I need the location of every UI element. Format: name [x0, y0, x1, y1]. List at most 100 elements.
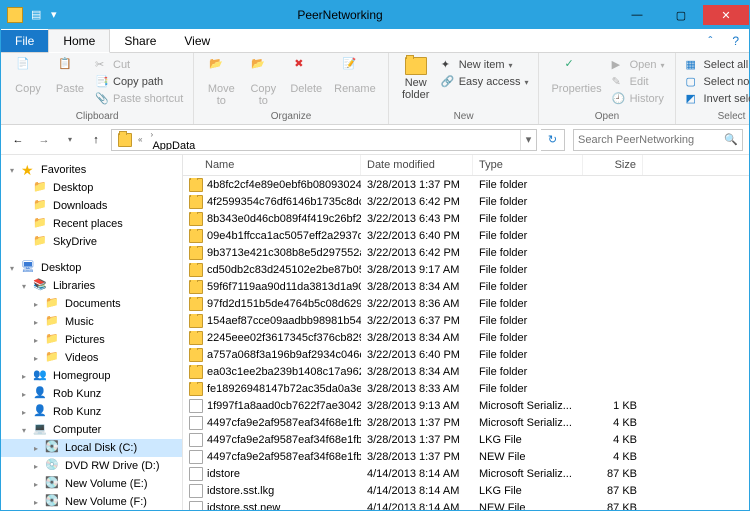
address-bar[interactable]: « Windows›ServiceProfiles›LocalService›A…	[111, 129, 537, 151]
list-item[interactable]: idstore4/14/2013 8:14 AMMicrosoft Serial…	[183, 465, 749, 482]
tree-item[interactable]: 📁Desktop	[1, 179, 182, 197]
list-item[interactable]: 154aef87cce09aadbb98981b54275f63/22/2013…	[183, 312, 749, 329]
invert-selection-button[interactable]: ◩Invert selection	[684, 91, 750, 107]
tree-drive[interactable]: ▸💽Local Disk (C:)	[1, 439, 182, 457]
list-item[interactable]: 4497cfa9e2af9587eaf34f68e1fb2296.sst.new…	[183, 448, 749, 465]
search-icon[interactable]: 🔍	[724, 133, 738, 147]
select-all-button[interactable]: ▦Select all	[684, 57, 750, 73]
move-to-button[interactable]: 📂Move to	[202, 55, 240, 109]
copy-to-button[interactable]: 📂Copy to	[244, 55, 282, 109]
column-date[interactable]: Date modified	[361, 155, 473, 175]
list-item[interactable]: 1f997f1a8aad0cb7622f7ae3042ffe16a3/28/20…	[183, 397, 749, 414]
close-button[interactable]: ✕	[703, 5, 749, 25]
tree-desktop[interactable]: ▾🖥Desktop	[1, 259, 182, 277]
address-dropdown-icon[interactable]: ▾	[520, 130, 536, 150]
tree-item[interactable]: 📁Recent places	[1, 215, 182, 233]
tree-item[interactable]: 📁Downloads	[1, 197, 182, 215]
list-item[interactable]: 8b343e0d46cb089f4f419c26bf29cfe73/22/201…	[183, 210, 749, 227]
navigation-tree[interactable]: ▾★Favorites 📁Desktop📁Downloads📁Recent pl…	[1, 155, 183, 510]
rename-button[interactable]: 📝Rename	[330, 55, 380, 97]
search-input[interactable]	[578, 134, 724, 146]
search-box[interactable]: 🔍	[573, 129, 743, 151]
open-button[interactable]: ▶Open ▾	[610, 57, 667, 73]
select-none-button[interactable]: ▢Select none	[684, 74, 750, 90]
forward-button[interactable]: →	[33, 129, 55, 151]
column-name[interactable]: Name	[183, 155, 361, 175]
maximize-button[interactable]: ▢	[659, 5, 703, 25]
column-type[interactable]: Type	[473, 155, 583, 175]
back-button[interactable]: ←	[7, 129, 29, 151]
tree-item[interactable]: ▸📁Documents	[1, 295, 182, 313]
list-item[interactable]: 4497cfa9e2af9587eaf34f68e1fb22963/28/201…	[183, 414, 749, 431]
qat-properties-icon[interactable]: ▤	[31, 8, 45, 22]
breadcrumb-segment[interactable]: AppData	[146, 140, 232, 151]
edit-button[interactable]: ✎Edit	[610, 74, 667, 90]
folder-icon	[189, 178, 203, 192]
tree-drive[interactable]: ▸💽New Volume (E:)	[1, 475, 182, 493]
file-type: Microsoft Serializ...	[473, 468, 583, 480]
file-type: NEW File	[473, 502, 583, 511]
file-name: 8b343e0d46cb089f4f419c26bf29cfe7	[207, 213, 361, 225]
tree-item[interactable]: ▸📁Music	[1, 313, 182, 331]
list-item[interactable]: a757a068f3a196b9af2934c046c8215d3/22/201…	[183, 346, 749, 363]
refresh-button[interactable]: ↻	[541, 129, 565, 151]
tree-homegroup[interactable]: ▸👥Homegroup	[1, 367, 182, 385]
qat-newfolder-icon[interactable]: ▾	[51, 8, 65, 22]
recent-locations-button[interactable]: ▾	[59, 129, 81, 151]
file-type: File folder	[473, 179, 583, 191]
list-item[interactable]: 4f2599354c76df6146b1735c8dca7af63/22/201…	[183, 193, 749, 210]
copy-button[interactable]: 📄Copy	[9, 55, 47, 97]
tree-libraries[interactable]: ▾📚Libraries	[1, 277, 182, 295]
tree-drive[interactable]: ▸💽New Volume (F:)	[1, 493, 182, 510]
tab-share[interactable]: Share	[110, 30, 170, 52]
list-item[interactable]: 59f6f7119aa90d11da3813d1a90593ed3/28/201…	[183, 278, 749, 295]
list-item[interactable]: idstore.sst.new4/14/2013 8:14 AMNEW File…	[183, 499, 749, 510]
list-item[interactable]: 9b3713e421c308b8e5d297552ac4c5423/22/201…	[183, 244, 749, 261]
ribbon-collapse-icon[interactable]: ˆ	[698, 30, 722, 52]
new-item-button[interactable]: ✦New item ▾	[439, 57, 531, 73]
folder-icon	[189, 297, 203, 311]
column-size[interactable]: Size	[583, 155, 643, 175]
folder-icon	[189, 382, 203, 396]
tree-user[interactable]: ▸👤Rob Kunz	[1, 385, 182, 403]
tree-drive[interactable]: ▸💿DVD RW Drive (D:)	[1, 457, 182, 475]
file-size: 4 KB	[583, 451, 643, 463]
list-item[interactable]: 97fd2d151b5de4764b5c08d629e28a5413/22/20…	[183, 295, 749, 312]
paste-button[interactable]: 📋Paste	[51, 55, 89, 97]
delete-button[interactable]: ✖Delete	[286, 55, 326, 97]
list-item[interactable]: ea03c1ee2ba239b1408c17a9627af9723/28/201…	[183, 363, 749, 380]
tree-item[interactable]: 📁SkyDrive	[1, 233, 182, 251]
folder-icon	[189, 331, 203, 345]
list-item[interactable]: 09e4b1ffcca1ac5057eff2a2937d67d13/22/201…	[183, 227, 749, 244]
new-folder-button[interactable]: New folder	[397, 55, 435, 103]
list-item[interactable]: 2245eee02f3617345cf376cb829c6b4013/28/20…	[183, 329, 749, 346]
tree-computer[interactable]: ▾💻Computer	[1, 421, 182, 439]
history-button[interactable]: 🕘History	[610, 91, 667, 107]
tree-favorites[interactable]: ▾★Favorites	[1, 161, 182, 179]
up-button[interactable]: ↑	[85, 129, 107, 151]
file-list[interactable]: Name Date modified Type Size 4b8fc2cf4e8…	[183, 155, 749, 510]
list-item[interactable]: 4497cfa9e2af9587eaf34f68e1fb2296.sst.lkg…	[183, 431, 749, 448]
list-item[interactable]: fe18926948147b72ac35da0a3ec96ed03/28/201…	[183, 380, 749, 397]
minimize-button[interactable]: —	[615, 5, 659, 25]
help-icon[interactable]: ?	[722, 30, 749, 52]
file-type: File folder	[473, 366, 583, 378]
tab-view[interactable]: View	[170, 30, 224, 52]
cut-button[interactable]: ✂Cut	[93, 57, 185, 73]
tree-item[interactable]: ▸📁Pictures	[1, 331, 182, 349]
easy-access-button[interactable]: 🔗Easy access ▾	[439, 74, 531, 90]
properties-button[interactable]: ✓Properties	[547, 55, 605, 97]
list-item[interactable]: idstore.sst.lkg4/14/2013 8:14 AMLKG File…	[183, 482, 749, 499]
copy-path-button[interactable]: 📑Copy path	[93, 74, 185, 90]
tab-home[interactable]: Home	[48, 29, 110, 53]
list-item[interactable]: cd50db2c83d245102e2be87b05651493/28/2013…	[183, 261, 749, 278]
tab-file[interactable]: File	[1, 30, 48, 52]
file-name: ea03c1ee2ba239b1408c17a9627af972	[207, 366, 361, 378]
tree-user[interactable]: ▸👤Rob Kunz	[1, 403, 182, 421]
tree-item[interactable]: ▸📁Videos	[1, 349, 182, 367]
chevron-icon[interactable]: «	[134, 135, 146, 144]
paste-shortcut-button[interactable]: 📎Paste shortcut	[93, 91, 185, 107]
chevron-icon[interactable]: ›	[146, 130, 157, 139]
column-headers[interactable]: Name Date modified Type Size	[183, 155, 749, 176]
list-item[interactable]: 4b8fc2cf4e89e0ebf6b080930243675b3/28/201…	[183, 176, 749, 193]
